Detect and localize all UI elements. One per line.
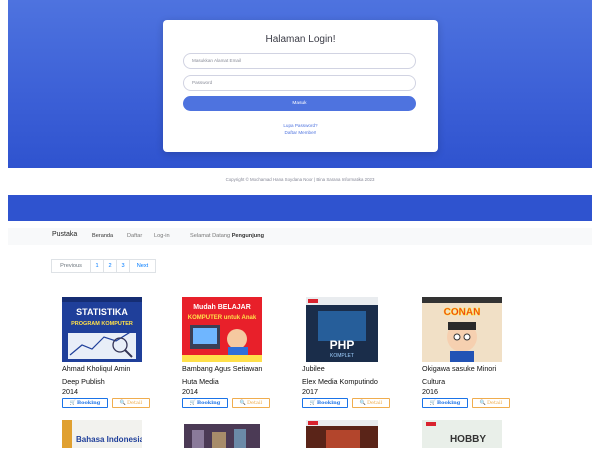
welcome-text: Selamat Datang Pengunjung (190, 233, 264, 239)
welcome-prefix: Selamat Datang (190, 232, 231, 239)
book-cover[interactable]: PHP KOMPLET (306, 297, 378, 362)
email-input[interactable]: Masukkan Alamat Email (183, 53, 416, 69)
book-publisher: Elex Media Komputindo (302, 377, 378, 386)
nav-item-daftar[interactable]: Daftar (127, 233, 142, 239)
book-cover-image: STATISTIKA PROGRAM KOMPUTER (62, 297, 142, 362)
book-cover-image: PHP KOMPLET (306, 297, 378, 362)
login-card: Halaman Login! Masukkan Alamat Email Pas… (163, 20, 438, 152)
detail-label: Detail (367, 400, 383, 406)
book-cover-image (306, 420, 378, 448)
booking-label: Booking (76, 400, 101, 406)
copyright-text: Copyright © Mochamad Hana Soydana Noor |… (225, 177, 375, 182)
header-banner (8, 195, 592, 221)
book-cover-image (182, 420, 262, 448)
book-cover-subtitle: KOMPUTER untuk Anak (188, 315, 257, 321)
detail-button[interactable]: 🔍Detail (232, 398, 270, 408)
search-icon: 🔍 (359, 400, 367, 406)
book-cover[interactable] (306, 420, 378, 448)
book-cover-image: Mudah BELAJAR KOMPUTER untuk Anak (182, 297, 262, 362)
register-link[interactable]: Daftar Member! (163, 130, 438, 135)
cart-icon: 🛒 (69, 400, 76, 406)
search-icon: 🔍 (479, 400, 487, 406)
pagination: Previous 1 2 3 Next (51, 259, 156, 273)
pagination-previous[interactable]: Previous (51, 259, 91, 273)
book-year: 2017 (302, 387, 318, 396)
book-author: Jubilee (302, 364, 325, 373)
booking-label: Booking (436, 400, 461, 406)
book-publisher: Deep Publish (62, 377, 105, 386)
book-author: Ahmad Kholiqul Amin (62, 364, 131, 373)
booking-button[interactable]: 🛒Booking (302, 398, 348, 408)
pagination-page-3[interactable]: 3 (116, 259, 130, 273)
search-icon: 🔍 (239, 400, 247, 406)
detail-label: Detail (487, 400, 503, 406)
booking-button[interactable]: 🛒Booking (422, 398, 468, 408)
booking-button[interactable]: 🛒Booking (62, 398, 108, 408)
navbar: Pustaka Beranda Daftar Log-in Selamat Da… (8, 228, 592, 245)
cart-icon: 🛒 (189, 400, 196, 406)
book-cover[interactable]: STATISTIKA PROGRAM KOMPUTER (62, 297, 142, 362)
book-author: Okigawa sasuke Minori (422, 364, 497, 373)
book-cover[interactable]: HOBBY (422, 420, 502, 448)
book-cover-title: CONAN (444, 307, 481, 318)
login-section: Halaman Login! Masukkan Alamat Email Pas… (8, 0, 592, 168)
detail-label: Detail (127, 400, 143, 406)
forgot-password-link[interactable]: Lupa Password? (163, 123, 438, 128)
detail-button[interactable]: 🔍Detail (112, 398, 150, 408)
password-input[interactable]: Password (183, 75, 416, 91)
nav-item-login[interactable]: Log-in (154, 233, 170, 239)
welcome-user: Pengunjung (231, 232, 265, 239)
cart-icon: 🛒 (309, 400, 316, 406)
book-author: Bambang Agus Setiawan (182, 364, 263, 373)
book-cover[interactable]: Bahasa Indonesia (62, 420, 142, 448)
login-button[interactable]: Masuk (183, 96, 416, 111)
book-cover-subtitle: PROGRAM KOMPUTER (71, 321, 133, 327)
book-cover-title: PHP (330, 338, 355, 352)
book-cover-title: STATISTIKA (76, 307, 128, 317)
book-cover-title: Bahasa Indonesia (76, 435, 142, 444)
search-icon: 🔍 (119, 400, 127, 406)
pagination-page-1[interactable]: 1 (90, 259, 104, 273)
pagination-page-2[interactable]: 2 (103, 259, 117, 273)
book-year: 2016 (422, 387, 438, 396)
book-year: 2014 (182, 387, 198, 396)
book-cover[interactable]: CONAN (422, 297, 502, 362)
detail-button[interactable]: 🔍Detail (472, 398, 510, 408)
booking-label: Booking (196, 400, 221, 406)
detail-label: Detail (247, 400, 263, 406)
book-cover-image: Bahasa Indonesia (62, 420, 142, 448)
book-year: 2014 (62, 387, 78, 396)
booking-button[interactable]: 🛒Booking (182, 398, 228, 408)
book-cover-title: HOBBY (450, 434, 486, 445)
book-publisher: Cultura (422, 377, 446, 386)
book-cover-image: HOBBY (422, 420, 502, 448)
cart-icon: 🛒 (429, 400, 436, 406)
book-cover-image: CONAN (422, 297, 502, 362)
book-publisher: Huta Media (182, 377, 219, 386)
book-cover[interactable]: Mudah BELAJAR KOMPUTER untuk Anak (182, 297, 262, 362)
login-title: Halaman Login! (265, 34, 336, 45)
detail-button[interactable]: 🔍Detail (352, 398, 390, 408)
nav-item-beranda[interactable]: Beranda (92, 233, 113, 239)
pagination-next[interactable]: Next (129, 259, 156, 273)
navbar-brand[interactable]: Pustaka (52, 231, 77, 238)
book-cover-title: Mudah BELAJAR (193, 304, 251, 311)
booking-label: Booking (316, 400, 341, 406)
book-cover-subtitle: KOMPLET (330, 353, 354, 359)
book-cover[interactable] (182, 420, 262, 448)
